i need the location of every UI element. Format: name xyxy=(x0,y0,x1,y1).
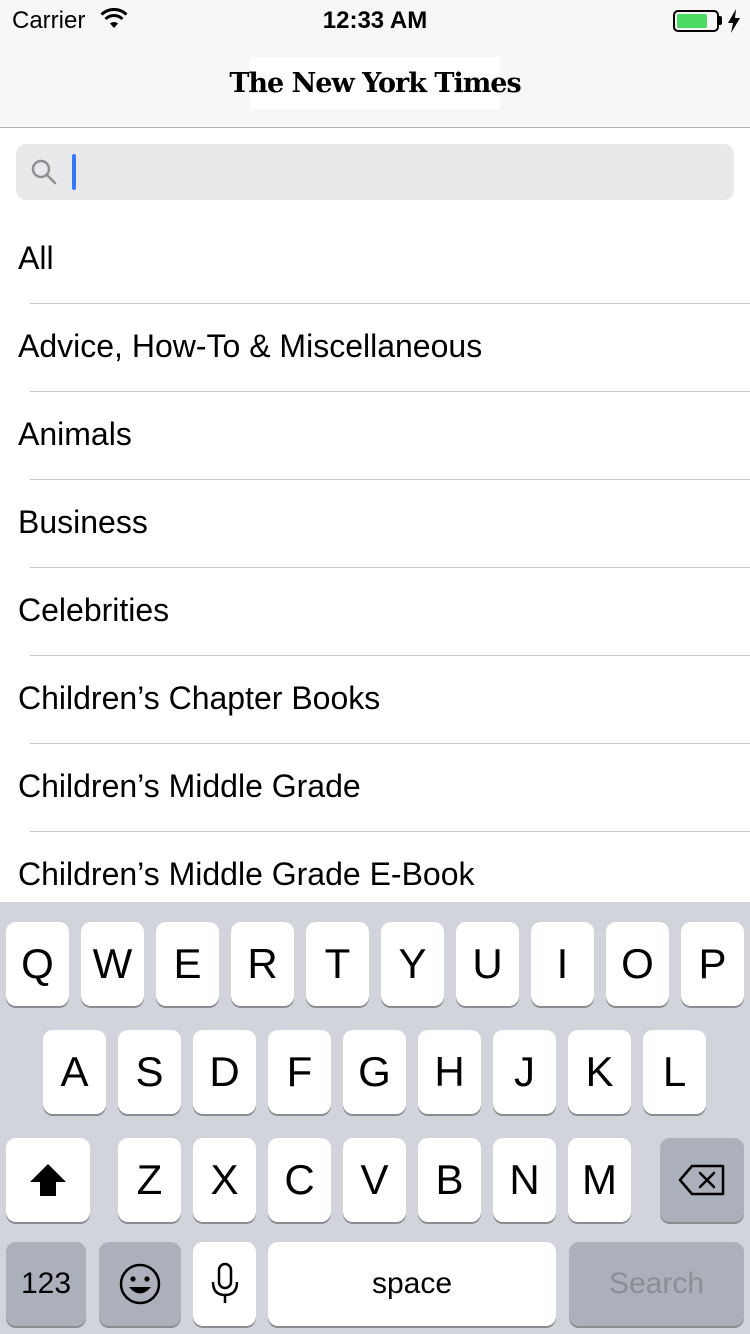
nyt-logo: The New York Times xyxy=(229,57,522,109)
list-item-label: Celebrities xyxy=(18,592,170,628)
key-o[interactable]: O xyxy=(606,922,669,1006)
key-d[interactable]: D xyxy=(193,1030,256,1114)
key-y[interactable]: Y xyxy=(381,922,444,1006)
key-e[interactable]: E xyxy=(156,922,219,1006)
keyboard: Q W E R T Y U I O P A S D F G H J K L Z … xyxy=(0,902,750,1334)
search-return-key[interactable]: Search xyxy=(569,1242,744,1326)
list-item-label: Children’s Middle Grade xyxy=(18,768,361,804)
shift-key[interactable] xyxy=(6,1138,90,1222)
key-p[interactable]: P xyxy=(681,922,744,1006)
list-item-label: Children’s Middle Grade E-Book xyxy=(18,856,475,892)
key-g[interactable]: G xyxy=(343,1030,406,1114)
key-n[interactable]: N xyxy=(493,1138,556,1222)
list-item-label: All xyxy=(18,240,54,276)
shift-arrow-icon xyxy=(30,1164,66,1196)
key-x[interactable]: X xyxy=(193,1138,256,1222)
list-item[interactable]: Animals xyxy=(0,392,750,480)
list-item-label: Business xyxy=(18,504,148,540)
emoji-icon xyxy=(119,1263,161,1305)
key-r[interactable]: R xyxy=(231,922,294,1006)
list-item[interactable]: Children’s Middle Grade xyxy=(0,744,750,832)
key-v[interactable]: V xyxy=(343,1138,406,1222)
key-s[interactable]: S xyxy=(118,1030,181,1114)
logo-text: The New York Times xyxy=(229,67,521,99)
battery-icon xyxy=(673,10,719,32)
list-item[interactable]: All xyxy=(0,216,750,304)
key-u[interactable]: U xyxy=(456,922,519,1006)
key-z[interactable]: Z xyxy=(118,1138,181,1222)
search-bar[interactable] xyxy=(16,144,734,200)
delete-key[interactable] xyxy=(660,1138,744,1222)
key-w[interactable]: W xyxy=(81,922,144,1006)
navigation-bar: The New York Times xyxy=(0,40,750,128)
category-list: All Advice, How-To & Miscellaneous Anima… xyxy=(0,216,750,920)
key-c[interactable]: C xyxy=(268,1138,331,1222)
key-j[interactable]: J xyxy=(493,1030,556,1114)
text-cursor xyxy=(72,154,76,190)
key-f[interactable]: F xyxy=(268,1030,331,1114)
list-item[interactable]: Celebrities xyxy=(0,568,750,656)
key-l[interactable]: L xyxy=(643,1030,706,1114)
numbers-key[interactable]: 123 xyxy=(6,1242,86,1326)
microphone-key[interactable] xyxy=(193,1242,256,1326)
key-k[interactable]: K xyxy=(568,1030,631,1114)
list-item-label: Advice, How-To & Miscellaneous xyxy=(18,328,483,364)
key-a[interactable]: A xyxy=(43,1030,106,1114)
space-key[interactable]: space xyxy=(268,1242,556,1326)
search-icon xyxy=(31,159,57,185)
key-t[interactable]: T xyxy=(306,922,369,1006)
emoji-key[interactable] xyxy=(99,1242,181,1326)
charging-bolt-icon xyxy=(728,9,740,33)
search-input[interactable] xyxy=(80,152,720,192)
key-b[interactable]: B xyxy=(418,1138,481,1222)
battery-level-fill xyxy=(677,14,708,28)
key-i[interactable]: I xyxy=(531,922,594,1006)
list-item[interactable]: Business xyxy=(0,480,750,568)
list-item[interactable]: Children’s Chapter Books xyxy=(0,656,750,744)
list-item-label: Animals xyxy=(18,416,132,452)
key-h[interactable]: H xyxy=(418,1030,481,1114)
key-q[interactable]: Q xyxy=(6,922,69,1006)
list-item-label: Children’s Chapter Books xyxy=(18,680,381,716)
key-m[interactable]: M xyxy=(568,1138,631,1222)
battery-nub xyxy=(719,16,722,25)
status-bar: Carrier 12:33 AM xyxy=(0,0,750,40)
delete-backspace-icon xyxy=(678,1164,725,1196)
list-item[interactable]: Advice, How-To & Miscellaneous xyxy=(0,304,750,392)
microphone-icon xyxy=(211,1262,238,1303)
clock-time: 12:33 AM xyxy=(322,7,428,34)
